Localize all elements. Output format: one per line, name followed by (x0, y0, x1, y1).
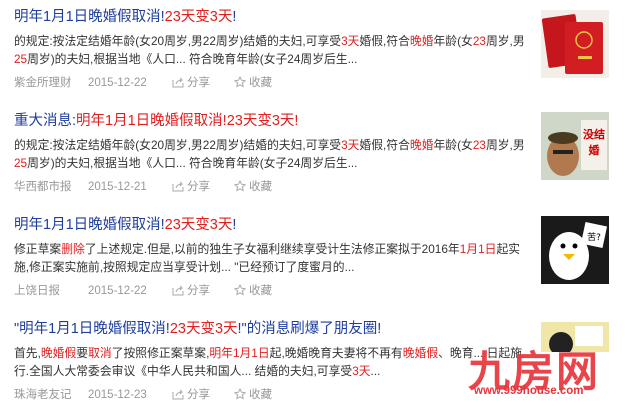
article-item[interactable]: 明年1月1日晚婚假取消!23天变3天! 修正草案删除了上述规定.但是,以前的独生… (14, 216, 534, 299)
article-meta: 珠海老友记 2015-12-23 分享 收藏 (14, 387, 534, 403)
article-title[interactable]: "明年1月1日晚婚假取消!23天变3天!"的消息刷爆了朋友圈! (14, 320, 534, 338)
watermark-url: www.999house.com (474, 385, 584, 397)
article-snippet: 的规定:按法定结婚年龄(女20周岁,男22周岁)结婚的夫妇,可享受3天婚假,符合… (14, 34, 525, 66)
source-name[interactable]: 紫金所理财 (14, 75, 88, 91)
article-meta: 紫金所理财 2015-12-22 分享 收藏 (14, 75, 534, 91)
article-title[interactable]: 重大消息:明年1月1日晚婚假取消!23天变3天! (14, 112, 534, 130)
collect-button[interactable]: 收藏 (233, 75, 272, 91)
publish-date: 2015-12-23 (88, 389, 147, 402)
thumbnail-penguin-cartoon[interactable]: 苦? (541, 216, 609, 284)
share-icon (172, 389, 184, 400)
share-icon (172, 285, 184, 296)
star-icon (233, 387, 247, 400)
share-icon (172, 77, 184, 88)
source-name[interactable]: 上饶日报 (14, 283, 88, 299)
svg-text:没结: 没结 (583, 127, 605, 141)
share-button[interactable]: 分享 (172, 179, 210, 195)
source-name[interactable]: 珠海老友记 (14, 387, 88, 403)
svg-text:苦?: 苦? (587, 231, 601, 243)
share-button[interactable]: 分享 (172, 283, 210, 299)
person-with-sign-image: 没结 婚 (541, 112, 609, 180)
article-item[interactable]: 明年1月1日晚婚假取消!23天变3天! 的规定:按法定结婚年龄(女20周岁,男2… (14, 8, 534, 91)
watermark-logo: 九房网 www.999house.com (468, 330, 618, 402)
marriage-certificate-image (541, 10, 609, 78)
collect-button[interactable]: 收藏 (233, 387, 272, 403)
collect-button[interactable]: 收藏 (233, 283, 272, 299)
publish-date: 2015-12-22 (88, 77, 147, 90)
share-button[interactable]: 分享 (172, 75, 210, 91)
share-button[interactable]: 分享 (172, 387, 210, 403)
publish-date: 2015-12-21 (88, 181, 147, 194)
article-snippet: 的规定:按法定结婚年龄(女20周岁,男22周岁)结婚的夫妇,可享受3天婚假,符合… (14, 138, 525, 170)
article-item[interactable]: "明年1月1日晚婚假取消!23天变3天!"的消息刷爆了朋友圈! 首先,晚婚假要取… (14, 320, 534, 403)
source-name[interactable]: 华西都市报 (14, 179, 88, 195)
thumbnail-marriage-certificate[interactable] (541, 10, 609, 78)
publish-date: 2015-12-22 (88, 285, 147, 298)
share-icon (172, 181, 184, 192)
article-snippet: 修正草案删除了上述规定.但是,以前的独生子女福利继续享受计生法修正案拟于2016… (14, 242, 521, 274)
article-title[interactable]: 明年1月1日晚婚假取消!23天变3天! (14, 8, 534, 26)
svg-text:婚: 婚 (589, 143, 600, 157)
star-icon (233, 283, 247, 296)
thumbnail-person-with-sign[interactable]: 没结 婚 (541, 112, 609, 180)
star-icon (233, 179, 247, 192)
article-snippet: 首先,晚婚假要取消了按照修正案草案,明年1月1日起,晚婚晚育夫妻将不再有晚婚假、… (14, 346, 523, 378)
article-meta: 华西都市报 2015-12-21 分享 收藏 (14, 179, 534, 195)
article-meta: 上饶日报 2015-12-22 分享 收藏 (14, 283, 534, 299)
penguin-cartoon-image: 苦? (541, 216, 609, 284)
star-icon (233, 75, 247, 88)
article-item[interactable]: 重大消息:明年1月1日晚婚假取消!23天变3天! 的规定:按法定结婚年龄(女20… (14, 112, 534, 195)
article-title[interactable]: 明年1月1日晚婚假取消!23天变3天! (14, 216, 534, 234)
collect-button[interactable]: 收藏 (233, 179, 272, 195)
